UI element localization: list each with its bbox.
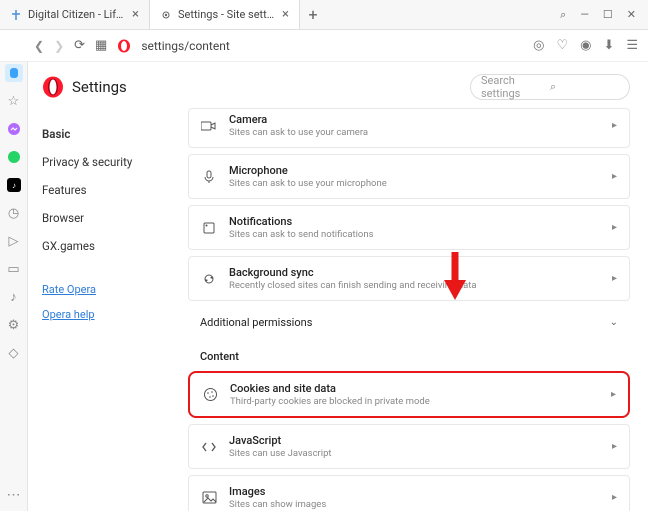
row-sub: Sites can ask to use your microphone <box>229 178 600 189</box>
setting-cookies[interactable]: Cookies and site dataThird-party cookies… <box>188 371 630 418</box>
new-tab-button[interactable]: + <box>300 0 326 29</box>
tab-settings[interactable]: Settings - Site settings × <box>150 0 300 29</box>
row-sub: Sites can show images <box>229 499 600 510</box>
sidebar-item-features[interactable]: Features <box>42 176 188 204</box>
settings-sidebar: Settings Basic Privacy & security Featur… <box>28 62 188 511</box>
maximize-icon[interactable]: ☐ <box>603 8 613 22</box>
row-title: Cookies and site data <box>230 382 599 395</box>
search-placeholder: Search settings <box>481 74 550 100</box>
row-title: Images <box>229 485 600 498</box>
chevron-down-icon: ⌄ <box>610 317 618 328</box>
row-sub: Recently closed sites can finish sending… <box>229 280 600 291</box>
notifications-icon <box>201 220 217 236</box>
sidebar-item-gxgames[interactable]: GX.games <box>42 232 188 260</box>
row-title: JavaScript <box>229 434 600 447</box>
cross-icon <box>10 9 22 21</box>
chevron-right-icon: ▸ <box>612 171 617 182</box>
opera-logo-icon <box>42 76 64 98</box>
search-icon: ⌕ <box>550 80 619 94</box>
search-icon[interactable]: ⌕ <box>560 8 566 22</box>
opera-icon <box>117 39 131 53</box>
settings-body: Search settings ⌕ CameraSites can ask to… <box>188 62 648 511</box>
setting-notifications[interactable]: NotificationsSites can ask to send notif… <box>188 205 630 250</box>
player-icon[interactable]: ♪ <box>5 288 23 306</box>
settings-header: Settings <box>42 76 188 98</box>
personal-news-icon[interactable]: ▭ <box>5 260 23 278</box>
chevron-right-icon: ▸ <box>612 441 617 452</box>
easy-setup-icon[interactable]: ☰ <box>626 38 638 53</box>
download-icon[interactable]: ⬇ <box>603 38 614 53</box>
camera-icon <box>201 118 217 134</box>
window-controls: ⌕ — ☐ ✕ <box>548 8 648 22</box>
microphone-icon <box>201 169 217 185</box>
back-button[interactable]: ❮ <box>34 39 44 53</box>
chevron-right-icon: ▸ <box>612 273 617 284</box>
row-sub: Sites can ask to use your camera <box>229 127 600 138</box>
image-icon <box>201 490 217 506</box>
chevron-right-icon: ▸ <box>612 120 617 131</box>
settings-title: Settings <box>72 78 127 96</box>
forward-button[interactable]: ❯ <box>54 39 64 53</box>
cookie-icon <box>202 387 218 403</box>
tab-title: Digital Citizen - Life in a di <box>28 8 126 21</box>
row-sub: Third-party cookies are blocked in priva… <box>230 396 599 407</box>
svg-text:♪: ♪ <box>12 181 16 190</box>
tab-strip: Digital Citizen - Life in a di × Setting… <box>0 0 548 29</box>
tab-digital-citizen[interactable]: Digital Citizen - Life in a di × <box>0 0 150 29</box>
rate-opera-link[interactable]: Rate Opera <box>42 278 188 301</box>
sidebar-item-browser[interactable]: Browser <box>42 204 188 232</box>
settings-gear-icon[interactable]: ⚙ <box>5 316 23 334</box>
close-icon[interactable]: × <box>132 7 139 22</box>
profile-icon[interactable]: ◉ <box>580 38 591 53</box>
row-title: Camera <box>229 113 600 126</box>
row-title: Microphone <box>229 164 600 177</box>
snapshot-icon[interactable]: ◎ <box>533 38 544 53</box>
content-section-label: Content <box>188 338 630 371</box>
close-icon[interactable]: × <box>282 7 289 22</box>
messenger-icon[interactable] <box>5 120 23 138</box>
more-icon[interactable]: ⋯ <box>7 487 21 503</box>
address-text[interactable]: settings/content <box>141 39 523 53</box>
history-icon[interactable]: ◷ <box>5 204 23 222</box>
chevron-right-icon: ▸ <box>612 492 617 503</box>
chevron-right-icon: ▸ <box>611 389 616 400</box>
opera-help-link[interactable]: Opera help <box>42 303 188 326</box>
main-area: ☆ ♪ ◷ ▷ ▭ ♪ ⚙ ◇ ⋯ Settings Basic Privacy… <box>0 62 648 511</box>
row-title: Notifications <box>229 215 600 228</box>
settings-content: Settings Basic Privacy & security Featur… <box>28 62 648 511</box>
setting-camera[interactable]: CameraSites can ask to use your camera ▸ <box>188 108 630 148</box>
tab-title: Settings - Site settings <box>178 8 276 21</box>
heart-icon[interactable]: ♡ <box>556 38 568 53</box>
chevron-right-icon: ▸ <box>612 222 617 233</box>
setting-images[interactable]: ImagesSites can show images ▸ <box>188 475 630 511</box>
speed-dial-icon[interactable] <box>5 64 23 82</box>
search-settings-input[interactable]: Search settings ⌕ <box>470 74 630 100</box>
send-icon[interactable]: ▷ <box>5 232 23 250</box>
reload-button[interactable]: ⟳ <box>74 38 85 53</box>
tiktok-icon[interactable]: ♪ <box>5 176 23 194</box>
pinboard-icon[interactable]: ◇ <box>5 344 23 362</box>
bookmarks-icon[interactable]: ☆ <box>5 92 23 110</box>
sync-icon <box>201 271 217 287</box>
sidebar-item-basic[interactable]: Basic <box>42 120 188 148</box>
setting-javascript[interactable]: JavaScriptSites can use Javascript ▸ <box>188 424 630 469</box>
titlebar: Digital Citizen - Life in a di × Setting… <box>0 0 648 30</box>
gear-icon <box>160 9 172 21</box>
whatsapp-icon[interactable] <box>5 148 23 166</box>
address-bar: ❮ ❯ ⟳ ▦ settings/content ◎ ♡ ◉ ⬇ ☰ <box>0 30 648 62</box>
row-sub: Sites can use Javascript <box>229 448 600 459</box>
code-icon <box>201 439 217 455</box>
sidebar-item-privacy[interactable]: Privacy & security <box>42 148 188 176</box>
minimize-icon[interactable]: — <box>580 8 589 22</box>
left-app-bar: ☆ ♪ ◷ ▷ ▭ ♪ ⚙ ◇ ⋯ <box>0 62 28 511</box>
apps-icon[interactable]: ▦ <box>95 38 107 53</box>
row-title: Background sync <box>229 266 600 279</box>
setting-background-sync[interactable]: Background syncRecently closed sites can… <box>188 256 630 301</box>
row-sub: Sites can ask to send notifications <box>229 229 600 240</box>
setting-microphone[interactable]: MicrophoneSites can ask to use your micr… <box>188 154 630 199</box>
close-window-icon[interactable]: ✕ <box>627 8 636 22</box>
additional-permissions[interactable]: Additional permissions ⌄ <box>188 307 630 338</box>
expand-label: Additional permissions <box>200 316 312 329</box>
